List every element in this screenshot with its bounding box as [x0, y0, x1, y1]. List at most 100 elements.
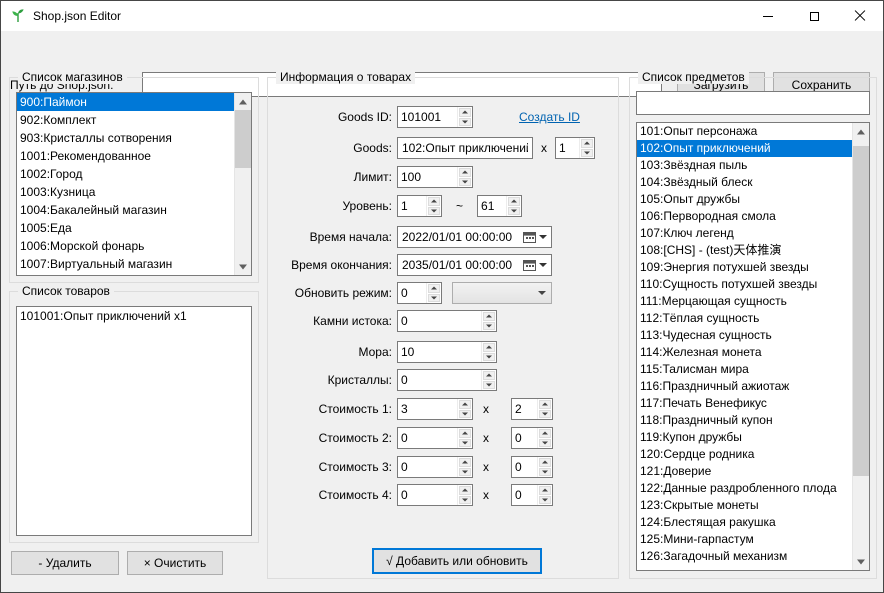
list-item[interactable]: 109:Энергия потухшей звезды — [637, 259, 852, 276]
spin-down-icon[interactable] — [483, 322, 495, 331]
spin-up-icon[interactable] — [459, 108, 471, 117]
spin-down-icon[interactable] — [459, 439, 471, 448]
list-item[interactable]: 123:Скрытые монеты — [637, 497, 852, 514]
cost-3-count-spinner[interactable]: 0 — [511, 456, 553, 478]
list-item[interactable]: 121:Доверие — [637, 463, 852, 480]
spin-down-icon[interactable] — [539, 496, 551, 505]
spin-up-icon[interactable] — [539, 458, 551, 467]
scroll-thumb[interactable] — [235, 110, 251, 168]
list-item[interactable]: 117:Печать Венефикус — [637, 395, 852, 412]
spin-down-icon[interactable] — [483, 353, 495, 362]
list-item[interactable]: 115:Талисман мира — [637, 361, 852, 378]
list-item[interactable]: 119:Купон дружбы — [637, 429, 852, 446]
cost-4-id-spinner[interactable]: 0 — [397, 484, 473, 506]
spin-up-icon[interactable] — [483, 312, 495, 321]
primogems-spinner[interactable]: 0 — [397, 310, 497, 332]
limit-spinner[interactable]: 100 — [397, 166, 473, 188]
delete-button[interactable]: - Удалить — [11, 551, 119, 575]
items-list[interactable]: 101:Опыт персонажа102:Опыт приключений 10… — [637, 123, 852, 570]
clear-button[interactable]: × Очистить — [127, 551, 223, 575]
list-item[interactable]: 105:Опыт дружбы — [637, 191, 852, 208]
spin-down-icon[interactable] — [459, 468, 471, 477]
list-item[interactable]: 102:Опыт приключений — [637, 140, 852, 157]
scroll-down-icon[interactable] — [235, 258, 251, 275]
goods-input[interactable] — [397, 137, 533, 159]
list-item[interactable]: 101001:Опыт приключений x1 — [17, 307, 251, 325]
spin-up-icon[interactable] — [428, 197, 440, 206]
spin-up-icon[interactable] — [539, 486, 551, 495]
refresh-mode-spinner[interactable]: 0 — [397, 282, 442, 304]
cost-4-count-spinner[interactable]: 0 — [511, 484, 553, 506]
spin-down-icon[interactable] — [428, 207, 440, 216]
level-min-spinner[interactable]: 1 — [397, 195, 442, 217]
spin-down-icon[interactable] — [581, 149, 593, 158]
begin-time-picker[interactable]: 2022/01/01 00:00:00 — [397, 226, 552, 248]
spin-down-icon[interactable] — [539, 410, 551, 419]
spin-down-icon[interactable] — [459, 410, 471, 419]
spin-up-icon[interactable] — [539, 400, 551, 409]
list-item[interactable]: 1007:Виртуальный магазин — [17, 255, 234, 273]
spin-down-icon[interactable] — [508, 207, 520, 216]
list-item[interactable]: 1004:Бакалейный магазин — [17, 201, 234, 219]
cost-2-count-spinner[interactable]: 0 — [511, 427, 553, 449]
spin-down-icon[interactable] — [459, 496, 471, 505]
list-item[interactable]: 902:Комплект — [17, 111, 234, 129]
goods-count-spinner[interactable]: 1 — [555, 137, 595, 159]
cost-1-id-spinner[interactable]: 3 — [397, 398, 473, 420]
goods-id-spinner[interactable]: 101001 — [397, 106, 473, 128]
spin-up-icon[interactable] — [459, 458, 471, 467]
end-time-picker[interactable]: 2035/01/01 00:00:00 — [397, 254, 552, 276]
list-item[interactable]: 106:Первородная смола — [637, 208, 852, 225]
spin-down-icon[interactable] — [539, 468, 551, 477]
cost-3-id-spinner[interactable]: 0 — [397, 456, 473, 478]
list-item[interactable]: 112:Тёплая сущность — [637, 310, 852, 327]
items-scrollbar[interactable] — [852, 123, 869, 570]
scroll-down-icon[interactable] — [853, 553, 869, 570]
list-item[interactable]: 1006:Морской фонарь — [17, 237, 234, 255]
scroll-track[interactable] — [235, 110, 251, 258]
list-item[interactable]: 116:Праздничный ажиотаж — [637, 378, 852, 395]
spin-down-icon[interactable] — [483, 381, 495, 390]
maximize-button[interactable] — [791, 1, 837, 31]
refresh-type-combobox[interactable] — [452, 282, 552, 304]
spin-up-icon[interactable] — [459, 429, 471, 438]
list-item[interactable]: 114:Железная монета — [637, 344, 852, 361]
spin-down-icon[interactable] — [539, 439, 551, 448]
list-item[interactable]: 1002:Город — [17, 165, 234, 183]
calendar-dropdown-button[interactable] — [518, 255, 551, 275]
add-or-update-button[interactable]: √ Добавить или обновить — [372, 548, 542, 574]
list-item[interactable]: 101:Опыт персонажа — [637, 123, 852, 140]
scroll-up-icon[interactable] — [235, 93, 251, 110]
list-item[interactable]: 1003:Кузница — [17, 183, 234, 201]
list-item[interactable]: 107:Ключ легенд — [637, 225, 852, 242]
list-item[interactable]: 111:Мерцающая сущность — [637, 293, 852, 310]
scroll-thumb[interactable] — [853, 146, 869, 476]
spin-up-icon[interactable] — [459, 400, 471, 409]
cost-1-count-spinner[interactable]: 2 — [511, 398, 553, 420]
cost-2-id-spinner[interactable]: 0 — [397, 427, 473, 449]
spin-up-icon[interactable] — [459, 168, 471, 177]
list-item[interactable]: 118:Праздничный купон — [637, 412, 852, 429]
spin-up-icon[interactable] — [428, 284, 440, 293]
mora-spinner[interactable]: 10 — [397, 341, 497, 363]
list-item[interactable]: 104:Звёздный блеск — [637, 174, 852, 191]
list-item[interactable]: 108:[CHS] - (test)天体推演 — [637, 242, 852, 259]
spin-down-icon[interactable] — [428, 294, 440, 303]
close-button[interactable] — [837, 1, 883, 31]
scroll-track[interactable] — [853, 140, 869, 553]
spin-up-icon[interactable] — [581, 139, 593, 148]
list-item[interactable]: 113:Чудесная сущность — [637, 327, 852, 344]
spin-up-icon[interactable] — [459, 486, 471, 495]
shops-scrollbar[interactable] — [234, 93, 251, 275]
list-item[interactable]: 122:Данные раздробленного плода — [637, 480, 852, 497]
scroll-up-icon[interactable] — [853, 123, 869, 140]
spin-up-icon[interactable] — [508, 197, 520, 206]
shops-listbox[interactable]: 900:Паймон902:Комплект903:Кристаллы сотв… — [16, 92, 252, 276]
spin-down-icon[interactable] — [459, 118, 471, 127]
goods-list[interactable]: 101001:Опыт приключений x1 — [17, 307, 251, 535]
list-item[interactable]: 124:Блестящая ракушка — [637, 514, 852, 531]
crystals-spinner[interactable]: 0 — [397, 369, 497, 391]
spin-up-icon[interactable] — [483, 371, 495, 380]
list-item[interactable]: 903:Кристаллы сотворения — [17, 129, 234, 147]
item-search-input[interactable] — [636, 91, 870, 115]
